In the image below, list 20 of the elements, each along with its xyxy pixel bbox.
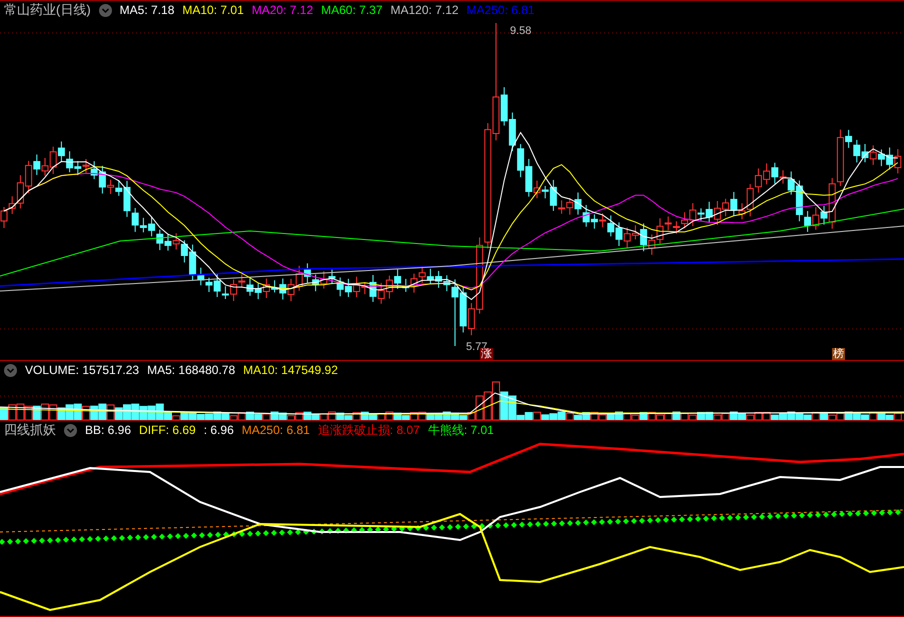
indicator-value: MA5: 168480.78 bbox=[147, 362, 236, 379]
indicator-value: MA250: 6.81 bbox=[466, 2, 535, 19]
high-price-label: 9.58 bbox=[510, 24, 532, 39]
indicator-value: 追涨跌破止损: 8.07 bbox=[318, 422, 420, 439]
indicator-value: MA5: 7.18 bbox=[120, 2, 174, 19]
event-marker[interactable]: 涨 bbox=[480, 348, 493, 361]
panel-title: 四线抓妖 bbox=[4, 421, 56, 440]
indicator-value: MA10: 147549.92 bbox=[243, 362, 338, 379]
indicator-value: MA20: 7.12 bbox=[252, 2, 314, 19]
indicator-value: : 6.96 bbox=[204, 422, 234, 439]
indicator-value: MA120: 7.12 bbox=[390, 2, 459, 19]
event-marker[interactable]: 榜 bbox=[832, 348, 845, 361]
indicator-value: MA10: 7.01 bbox=[182, 2, 244, 19]
indicator-value: MA250: 6.81 bbox=[242, 422, 310, 439]
indicator-value: 牛熊线: 7.01 bbox=[428, 422, 494, 439]
indicator-value: DIFF: 6.69 bbox=[139, 422, 196, 439]
indicator-value: BB: 6.96 bbox=[85, 422, 132, 439]
indicator-value: MA60: 7.37 bbox=[321, 2, 382, 19]
panel-title: 常山药业(日线) bbox=[4, 1, 91, 20]
indicator-value: VOLUME: 157517.23 bbox=[25, 362, 140, 379]
